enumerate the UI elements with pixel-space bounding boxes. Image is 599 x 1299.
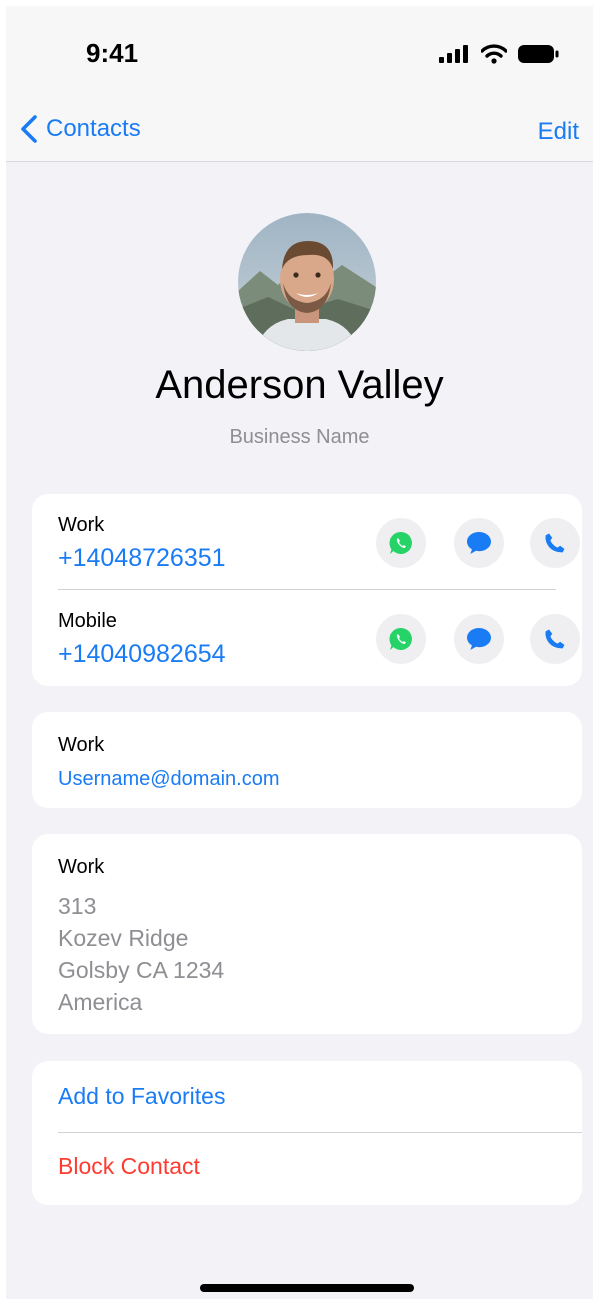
phone-numbers-card: Work +14048726351 Mobile +14040982654 [32,494,582,686]
call-button[interactable] [530,614,580,664]
email-link[interactable]: Username@domain.com [58,768,280,791]
back-button-label: Contacts [46,115,141,142]
phone-label: Mobile [58,610,117,632]
phone-icon [545,629,565,649]
home-indicator[interactable] [200,1284,414,1292]
address-line: Golsby CA 1234 [58,957,225,983]
email-card: Work Username@domain.com [32,712,582,808]
address-card: Work 313 Kozev Ridge Golsby CA 1234 Amer… [32,834,582,1034]
status-icons [439,44,559,64]
address-lines[interactable]: 313 Kozev Ridge Golsby CA 1234 America [58,890,224,1018]
message-button[interactable] [454,614,504,664]
add-to-favorites-button[interactable]: Add to Favorites [58,1083,225,1110]
status-time: 9:41 [86,38,139,68]
address-line: Kozev Ridge [58,925,189,951]
contact-name: Anderson Valley [155,363,444,407]
message-button[interactable] [454,518,504,568]
whatsapp-icon [389,627,412,650]
phone-label: Work [58,514,105,536]
edit-button[interactable]: Edit [538,118,579,146]
signal-icon [439,45,468,63]
phone-row-mobile: Mobile +14040982654 [58,590,580,686]
phone-number[interactable]: +14048726351 [58,544,226,573]
business-name: Business Name [229,426,370,448]
avatar [238,213,376,351]
wifi-icon [481,44,507,64]
phone-row-work: Work +14048726351 [58,494,580,590]
chevron-left-icon [21,115,37,143]
whatsapp-button[interactable] [376,518,426,568]
phone-icon [545,533,565,553]
email-label: Work [58,734,105,756]
message-icon [467,628,491,650]
contact-detail-screen: 9:41 Contacts Edit Anderson Valley Busin… [6,6,593,1299]
whatsapp-icon [389,531,412,554]
address-line: 313 [58,893,97,919]
battery-icon [518,45,559,63]
contact-actions-card: Add to Favorites Block Contact [32,1061,582,1205]
call-button[interactable] [530,518,580,568]
actions-divider [58,1132,582,1133]
whatsapp-button[interactable] [376,614,426,664]
message-icon [467,532,491,554]
phone-number[interactable]: +14040982654 [58,640,226,669]
navigation-bar: Contacts Edit [6,100,593,162]
address-label: Work [58,856,105,878]
address-line: America [58,989,143,1015]
avatar-photo [238,213,376,351]
back-button[interactable]: Contacts [20,114,141,144]
status-bar: 9:41 [6,6,593,100]
block-contact-button[interactable]: Block Contact [58,1153,200,1180]
